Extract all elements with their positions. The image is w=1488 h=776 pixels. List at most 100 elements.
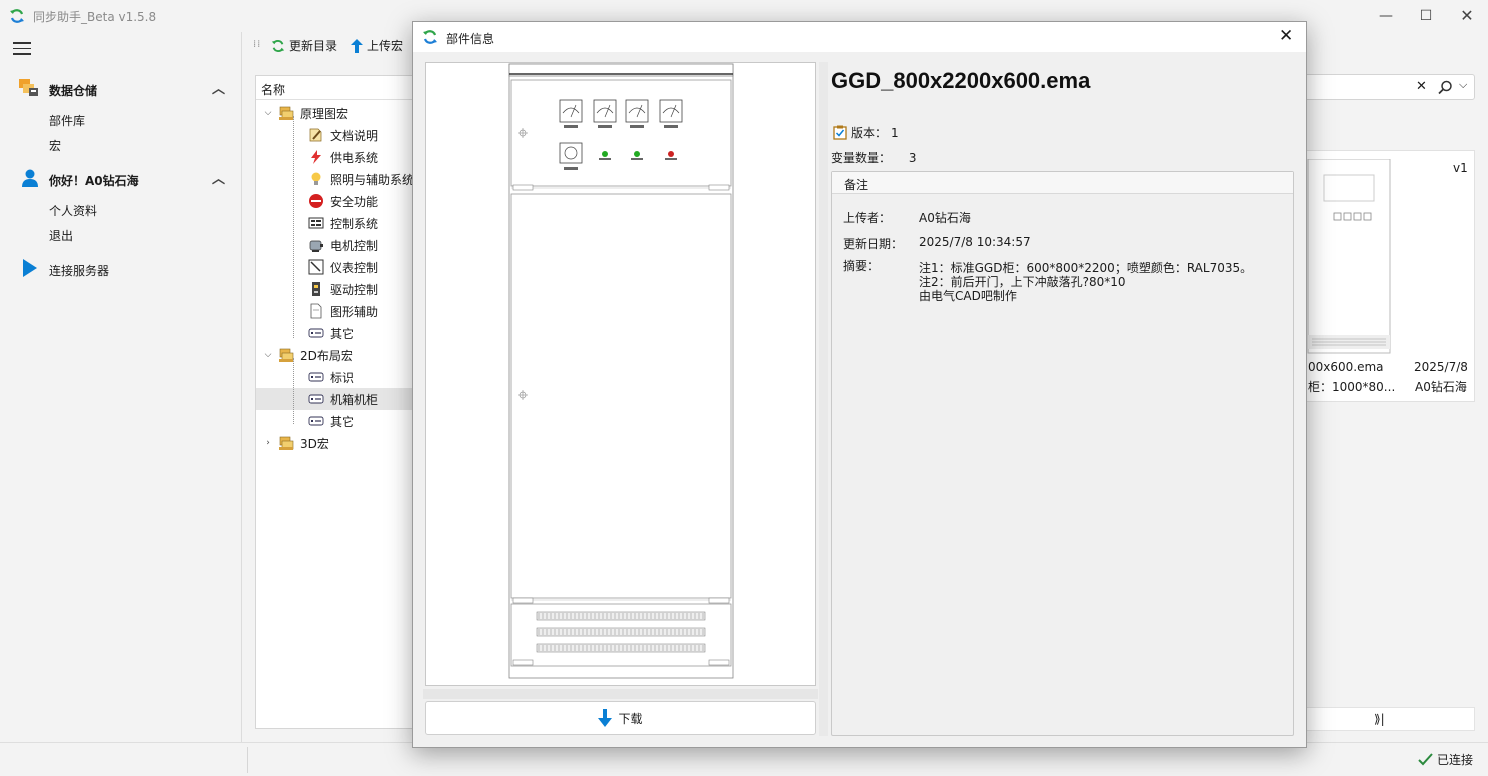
connection-status-label: 已连接 — [1437, 753, 1474, 767]
sync-logo-icon — [423, 30, 437, 44]
search-box[interactable]: ✕ ⌵ — [1303, 74, 1475, 100]
tree-connector-lines — [293, 116, 294, 338]
chevron-down-icon[interactable]: ⌵ — [1459, 78, 1467, 92]
download-label: 下载 — [618, 711, 643, 726]
dialog-close-icon[interactable]: ✕ — [1279, 26, 1293, 46]
maximize-icon[interactable]: ☐ — [1416, 6, 1436, 26]
tree-leaf-node[interactable]: 其它 — [256, 322, 414, 344]
card-file-name: 00x600.ema — [1308, 360, 1384, 374]
document-pen-icon — [308, 127, 324, 143]
tree-leaf-node[interactable]: 电机控制 — [256, 234, 414, 256]
tree-column-header[interactable]: 名称 — [256, 76, 416, 100]
app-title: 同步助手_Beta v1.5.8 — [33, 10, 157, 24]
hamburger-menu-icon[interactable] — [13, 41, 31, 55]
collapse-chevron-icon[interactable]: ⌵ — [262, 108, 274, 118]
gauge-icon — [308, 259, 324, 275]
summary-line: 由电气CAD吧制作 — [919, 289, 1017, 303]
summary-line: 注1：标准GGD柜：600*800*2200；喷塑颜色：RAL7035。 — [919, 261, 1253, 275]
macro-card[interactable]: v1 00x600.ema 2025/7/8 柜：1000*80... A0钻石… — [1303, 150, 1475, 402]
connection-status: 已连接 — [1418, 751, 1473, 768]
tree-leaf-node[interactable]: 其它 — [256, 410, 414, 432]
tree-leaf-node[interactable]: 供电系统 — [256, 146, 414, 168]
tree-node-label: 原理图宏 — [300, 106, 349, 121]
clipboard-check-icon — [833, 125, 847, 140]
sidebar-section-label: 数据仓储 — [49, 84, 98, 98]
connect-label: 连接服务器 — [49, 264, 110, 278]
check-icon — [1418, 753, 1433, 766]
preview-scrollbar[interactable] — [423, 689, 818, 699]
tree-folder-node[interactable]: › 3D宏 — [256, 432, 414, 454]
tree-folder-node[interactable]: ⌵ 原理图宏 — [256, 102, 414, 124]
splitter[interactable] — [819, 62, 828, 736]
tree-node-label: 3D宏 — [300, 436, 329, 451]
tag-icon — [308, 413, 324, 429]
tag-icon — [308, 369, 324, 385]
tree-leaf-node[interactable]: 驱动控制 — [256, 278, 414, 300]
sidebar-item-connect-server[interactable]: 连接服务器 — [20, 258, 235, 280]
upload-macro-button[interactable]: 上传宏 — [351, 37, 403, 54]
tree-folder-node[interactable]: ⌵ 2D布局宏 — [256, 344, 414, 366]
tag-icon — [308, 391, 324, 407]
sidebar: 数据仓储 ︿ 部件库 宏 你好！A0钻石海 ︿ 个人资料 退出 连接服务器 — [0, 32, 241, 742]
tree-leaf-node[interactable]: 机箱机柜 — [256, 388, 414, 410]
expand-chevron-icon[interactable]: › — [262, 438, 274, 448]
folder-stack-icon — [278, 105, 294, 121]
notes-header: 备注 — [832, 172, 1293, 194]
version-label: 版本： — [851, 126, 888, 140]
tree-node-label: 驱动控制 — [330, 282, 379, 297]
tag-icon — [308, 325, 324, 341]
sidebar-item-parts[interactable]: 部件库 — [49, 112, 85, 129]
last-page-button[interactable]: ⟫| — [1374, 712, 1385, 726]
dialog-title-bar: 部件信息 ✕ — [413, 22, 1306, 52]
sidebar-item-logout[interactable]: 退出 — [49, 227, 73, 244]
part-file-name: GGD_800x2200x600.ema — [831, 68, 1091, 93]
minimize-icon[interactable]: — — [1376, 6, 1396, 26]
tree-node-label: 其它 — [330, 414, 355, 429]
sidebar-section-user[interactable]: 你好！A0钻石海 ︿ — [20, 168, 235, 190]
folder-stack-icon — [278, 347, 294, 363]
dialog-title: 部件信息 — [446, 32, 495, 46]
tree-node-label: 供电系统 — [330, 150, 379, 165]
page-icon — [308, 303, 324, 319]
uploader-label: 上传者： — [843, 211, 892, 225]
tree-leaf-node[interactable]: 文档说明 — [256, 124, 414, 146]
toolbar: ⁞⁞ 更新目录 上传宏 — [241, 33, 421, 59]
tree-leaf-node[interactable]: 照明与辅助系统 — [256, 168, 414, 190]
sidebar-section-data-store[interactable]: 数据仓储 ︿ — [19, 78, 235, 100]
arrow-up-icon — [351, 38, 363, 53]
part-info-dialog: 部件信息 ✕ 下载 GGD_800x2200x600.ema 版本： 1 变量数… — [412, 21, 1307, 748]
macro-tree: 名称 ⌵ 原理图宏文档说明供电系统照明与辅助系统 安全功能 控制系统电机控制仪表控制驱… — [255, 75, 416, 729]
play-icon — [23, 259, 37, 277]
sidebar-item-macros[interactable]: 宏 — [49, 137, 61, 154]
upload-label: 上传宏 — [367, 39, 404, 53]
card-author: A0钻石海 — [1415, 380, 1467, 394]
pager: ⟫| — [1303, 707, 1475, 731]
tree-leaf-node[interactable]: 仪表控制 — [256, 256, 414, 278]
drag-grip-icon[interactable]: ⁞⁞ — [253, 39, 261, 50]
refresh-label: 更新目录 — [289, 39, 338, 53]
tree-leaf-node[interactable]: 控制系统 — [256, 212, 414, 234]
control-panel-icon — [308, 215, 324, 231]
refresh-catalog-button[interactable]: 更新目录 — [271, 37, 337, 54]
tree-leaf-node[interactable]: 标识 — [256, 366, 414, 388]
user-greeting: 你好！A0钻石海 — [49, 174, 139, 188]
sidebar-item-profile[interactable]: 个人资料 — [49, 202, 97, 219]
refresh-icon — [271, 39, 285, 52]
chevron-up-icon[interactable]: ︿ — [212, 168, 225, 187]
arrow-down-icon — [598, 709, 613, 727]
status-divider — [247, 747, 248, 773]
chevron-up-icon[interactable]: ︿ — [212, 78, 225, 97]
tree-node-label: 仪表控制 — [330, 260, 379, 275]
close-icon[interactable]: ✕ — [1457, 6, 1477, 26]
clear-icon[interactable]: ✕ — [1416, 79, 1427, 94]
tree-node-label: 电机控制 — [330, 238, 379, 253]
tree-node-label: 机箱机柜 — [330, 392, 379, 407]
warehouse-icon — [19, 79, 38, 96]
cabinet-drawing — [508, 63, 734, 679]
search-icon[interactable] — [1438, 80, 1453, 95]
collapse-chevron-icon[interactable]: ⌵ — [262, 350, 274, 360]
tree-node-label: 文档说明 — [330, 128, 379, 143]
tree-leaf-node[interactable]: 图形辅助 — [256, 300, 414, 322]
download-button[interactable]: 下载 — [425, 701, 816, 735]
tree-leaf-node[interactable]: 安全功能 — [256, 190, 414, 212]
